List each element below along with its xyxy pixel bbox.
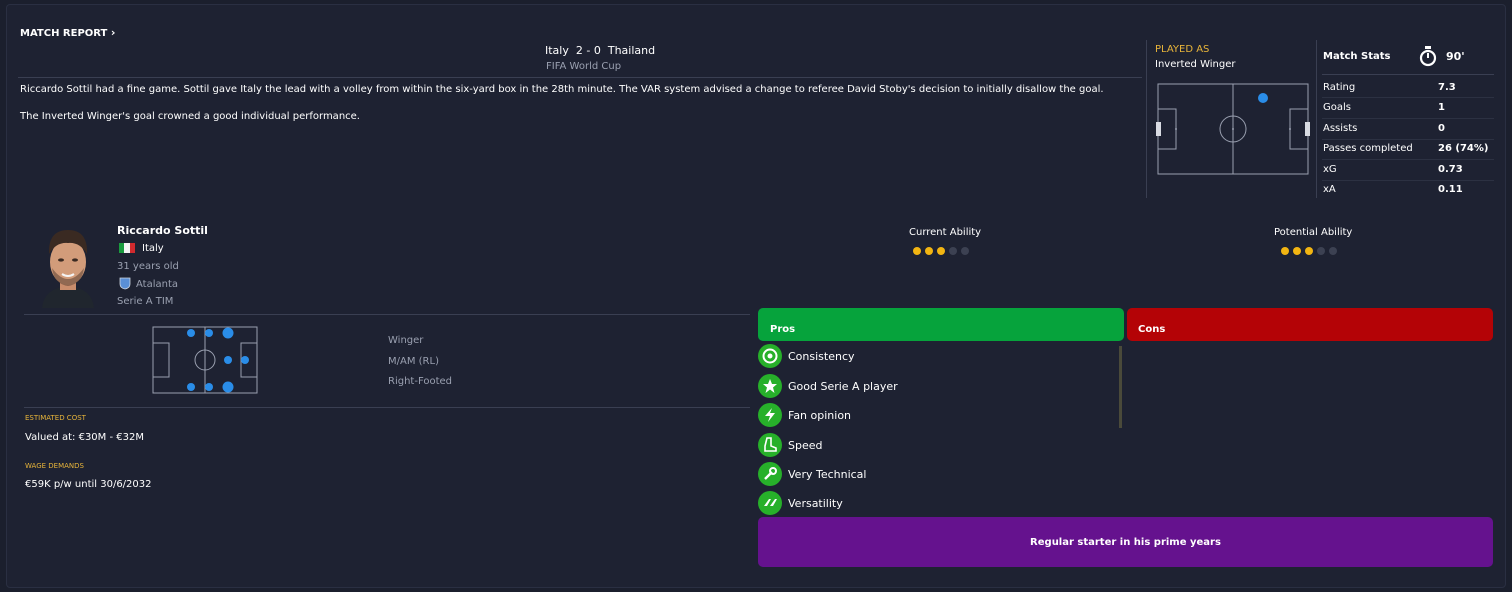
pros-header: Pros: [758, 308, 1124, 341]
lightning-icon: [758, 403, 782, 427]
verdict-text: Regular starter in his prime years: [1030, 536, 1221, 548]
target-icon: [758, 344, 782, 368]
stat-label: xA: [1323, 184, 1336, 195]
stat-value: 26 (74%): [1438, 143, 1489, 154]
pro-item: Versatility: [758, 489, 843, 517]
wrench-icon: [758, 462, 782, 486]
pro-label: Consistency: [788, 349, 855, 363]
divider: [1146, 40, 1147, 198]
stat-value: 7.3: [1438, 82, 1456, 93]
stat-label: Assists: [1323, 123, 1358, 134]
stat-value: 0.73: [1438, 164, 1463, 175]
boot-icon: [758, 433, 782, 457]
pros-heading: Pros: [770, 324, 796, 335]
divider: [18, 77, 1142, 78]
played-as-role: Inverted Winger: [1155, 59, 1236, 70]
current-ability-label: Current Ability: [909, 227, 982, 238]
match-score: Italy 2 - 0 Thailand: [545, 44, 655, 57]
divider: [1322, 74, 1494, 75]
chevron-right-icon: ›: [110, 26, 116, 39]
stat-label: Passes completed: [1323, 143, 1413, 154]
estimated-cost-value: Valued at: €30M - €32M: [25, 432, 144, 443]
wage-demands-value: €59K p/w until 30/6/2032: [25, 479, 152, 490]
pro-item: Speed: [758, 431, 822, 459]
star-icon: [758, 374, 782, 398]
italy-flag-icon: [119, 243, 135, 253]
current-ability-stars: [913, 245, 973, 255]
divider: [1316, 40, 1317, 198]
divider: [1322, 139, 1494, 140]
estimated-cost-heading: ESTIMATED COST: [25, 414, 86, 422]
pro-item: Good Serie A player: [758, 372, 898, 400]
player-nation[interactable]: Italy: [142, 243, 164, 254]
verdict-banner: Regular starter in his prime years: [758, 517, 1493, 567]
pro-label: Speed: [788, 438, 823, 452]
divider: [1322, 118, 1494, 119]
potential-ability-label: Potential Ability: [1274, 227, 1353, 238]
played-as-pitch: [1156, 83, 1310, 175]
match-summary-line-1: Riccardo Sottil had a fine game. Sottil …: [20, 84, 1104, 95]
pros-scrollbar[interactable]: [1119, 346, 1122, 428]
divider: [24, 407, 750, 408]
match-report-title: MATCH REPORT: [20, 28, 108, 39]
position-code: M/AM (RL): [388, 356, 439, 367]
stat-label: xG: [1323, 164, 1337, 175]
pro-item: Consistency: [758, 342, 855, 370]
position-role: Winger: [388, 335, 424, 346]
stat-value: 1: [1438, 102, 1445, 113]
stat-label: Rating: [1323, 82, 1356, 93]
cons-heading: Cons: [1138, 324, 1166, 335]
club-badge-icon: [119, 277, 131, 290]
potential-ability-stars: [1281, 245, 1341, 255]
played-as-heading: PLAYED AS: [1155, 44, 1210, 55]
stat-value: 0: [1438, 123, 1445, 134]
pro-item: Very Technical: [758, 460, 866, 488]
positions-pitch: [152, 326, 258, 394]
divider: [1322, 97, 1494, 98]
match-summary-line-2: The Inverted Winger's goal crowned a goo…: [20, 111, 360, 122]
divider: [1322, 180, 1494, 181]
divider: [1322, 159, 1494, 160]
pro-label: Fan opinion: [788, 408, 852, 422]
home-team: Italy: [545, 44, 569, 57]
player-league[interactable]: Serie A TIM: [117, 296, 173, 307]
minutes-played: 90': [1446, 50, 1465, 63]
competition: FIFA World Cup: [546, 61, 622, 72]
player-age: 31 years old: [117, 261, 179, 272]
pro-label: Versatility: [788, 496, 843, 510]
player-name: Riccardo Sottil: [117, 224, 208, 237]
stat-value: 0.11: [1438, 184, 1463, 195]
player-photo: [36, 224, 100, 308]
pro-label: Good Serie A player: [788, 379, 898, 393]
preferred-foot: Right-Footed: [388, 376, 452, 387]
cons-header: Cons: [1127, 308, 1493, 341]
match-report-link[interactable]: MATCH REPORT ›: [20, 26, 115, 39]
divider: [24, 314, 750, 315]
away-team: Thailand: [607, 44, 656, 57]
stat-label: Goals: [1323, 102, 1351, 113]
pro-label: Very Technical: [788, 467, 867, 481]
stopwatch-icon: [1419, 46, 1437, 67]
match-stats-heading: Match Stats: [1323, 51, 1391, 62]
pro-item: Fan opinion: [758, 401, 851, 429]
player-position-marker: [1258, 93, 1268, 103]
player-club[interactable]: Atalanta: [136, 279, 178, 290]
score: 2 - 0: [575, 44, 601, 57]
wage-demands-heading: WAGE DEMANDS: [25, 462, 84, 470]
shuffle-icon: [758, 491, 782, 515]
